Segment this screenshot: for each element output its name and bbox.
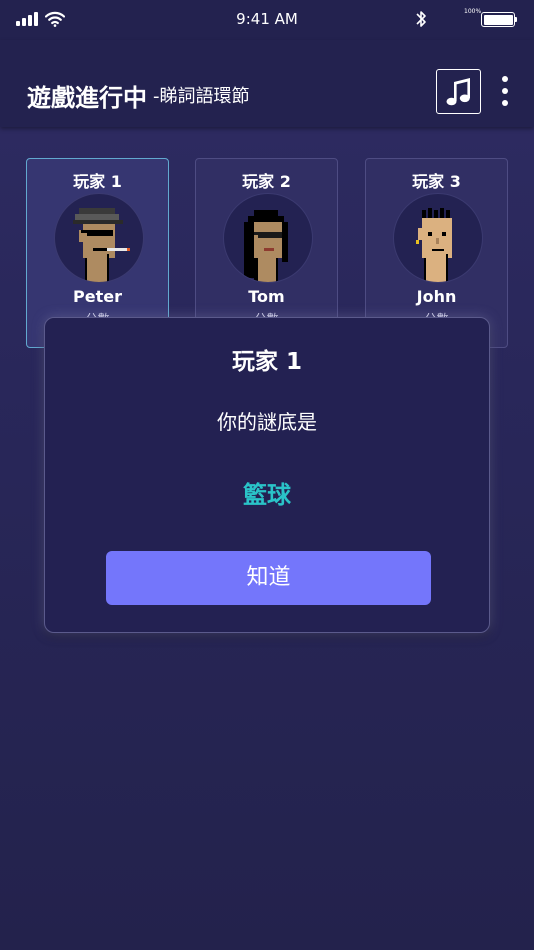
avatar (54, 193, 144, 283)
page-title: 遊戲進行中 (27, 84, 147, 112)
pixel-avatar-peter (73, 208, 130, 282)
battery-percent: 100% (464, 8, 482, 15)
player-card-title: 玩家 2 (242, 172, 291, 191)
dialog-prompt: 你的謎底是 (217, 410, 317, 434)
player-name: Peter (73, 287, 122, 306)
music-note-icon (446, 78, 470, 106)
music-button[interactable] (436, 69, 481, 114)
player-name: John (416, 287, 457, 306)
battery-icon (481, 12, 515, 27)
battery-tip (515, 17, 517, 22)
more-vertical-icon[interactable] (496, 76, 514, 108)
app-header: 遊戲進行中 -睇詞語環節 (0, 40, 534, 127)
pixel-avatar-tom (244, 210, 288, 282)
pixel-avatar-john (416, 208, 452, 282)
page-subtitle: -睇詞語環節 (153, 86, 250, 107)
avatar (223, 193, 313, 283)
status-time: 9:41 AM (236, 10, 298, 28)
player-name: Tom (248, 287, 285, 306)
player-card-title: 玩家 1 (73, 172, 122, 191)
dialog-title: 玩家 1 (231, 349, 302, 375)
player-card-title: 玩家 3 (412, 172, 461, 191)
answer-dialog: 玩家 1 你的謎底是 籃球 知道 (44, 317, 490, 633)
avatar (393, 193, 483, 283)
dialog-answer: 籃球 (243, 481, 291, 509)
bluetooth-icon (416, 11, 426, 27)
acknowledge-button[interactable]: 知道 (106, 551, 431, 605)
status-bar: 9:41 AM 100% (0, 0, 534, 40)
